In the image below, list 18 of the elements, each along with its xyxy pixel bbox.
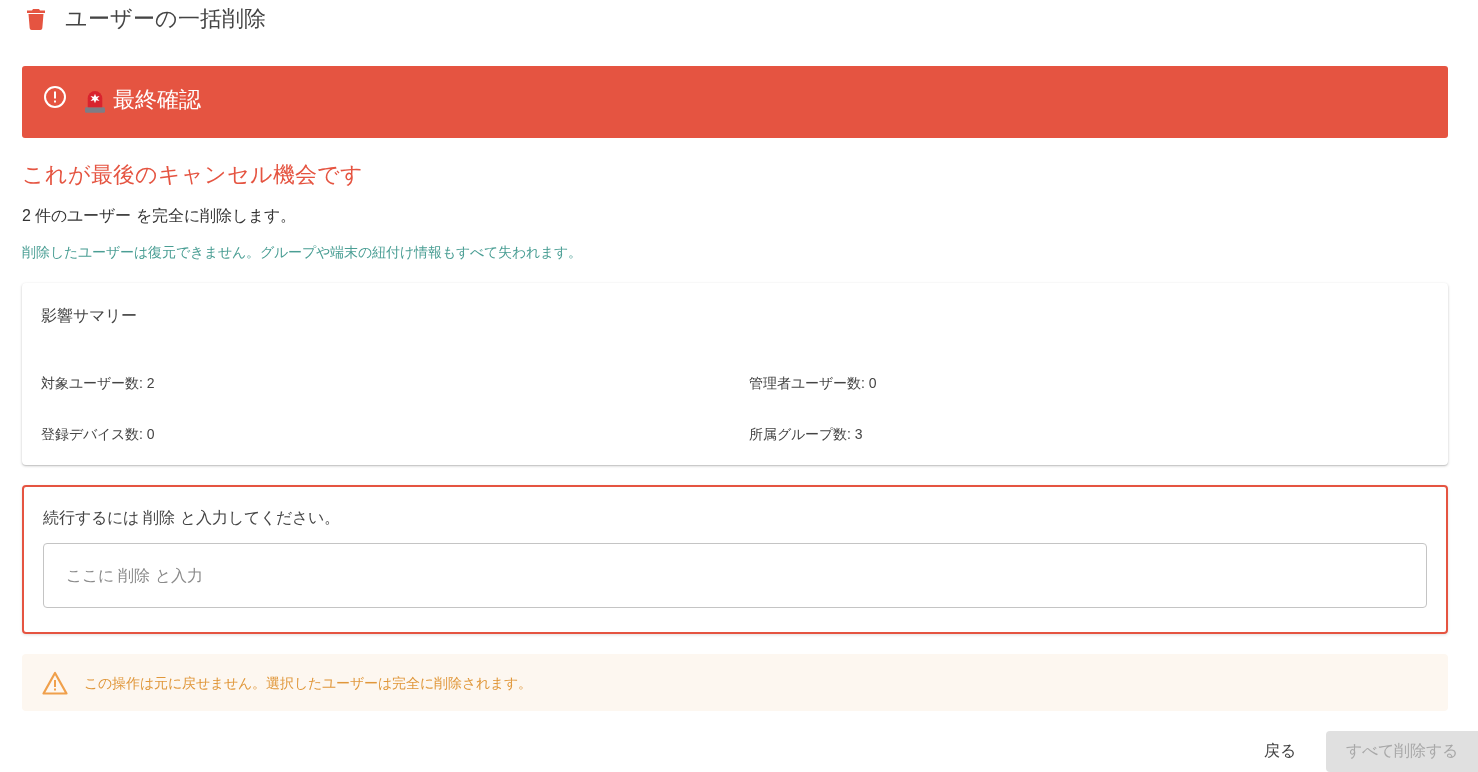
banner-title: 最終確認 (113, 86, 201, 114)
confirmation-label: 続行するには 削除 と入力してください。 (43, 508, 341, 528)
exclamation-circle-icon (43, 85, 67, 109)
warning-icon (42, 670, 68, 695)
card-title: 影響サマリー (41, 306, 138, 326)
stat-text: 対象ユーザー数: 2 (41, 374, 156, 393)
stat-text: 所属グループ数: 3 (749, 425, 864, 444)
siren-icon (85, 89, 105, 113)
back-button[interactable]: 戻る (1252, 731, 1308, 772)
alert-text: この操作は元に戻せません。選択したユーザーは完全に削除されます。 (84, 673, 532, 693)
page-title: ユーザーの一括削除 (65, 5, 266, 33)
stat-text: 登録デバイス数: 0 (41, 425, 156, 444)
trash-icon (27, 8, 45, 30)
input-field[interactable]: ここに 削除 と入力 (43, 543, 1427, 608)
summary-text: 2 件のユーザー を完全に削除します。 (22, 206, 297, 226)
warning-heading: これが最後のキャンセル機会です (22, 161, 364, 189)
stat-text: 管理者ユーザー数: 0 (749, 374, 878, 393)
note-text: 削除したユーザーは復元できません。グループや端末の紐付け情報もすべて失われます。 (22, 243, 583, 262)
